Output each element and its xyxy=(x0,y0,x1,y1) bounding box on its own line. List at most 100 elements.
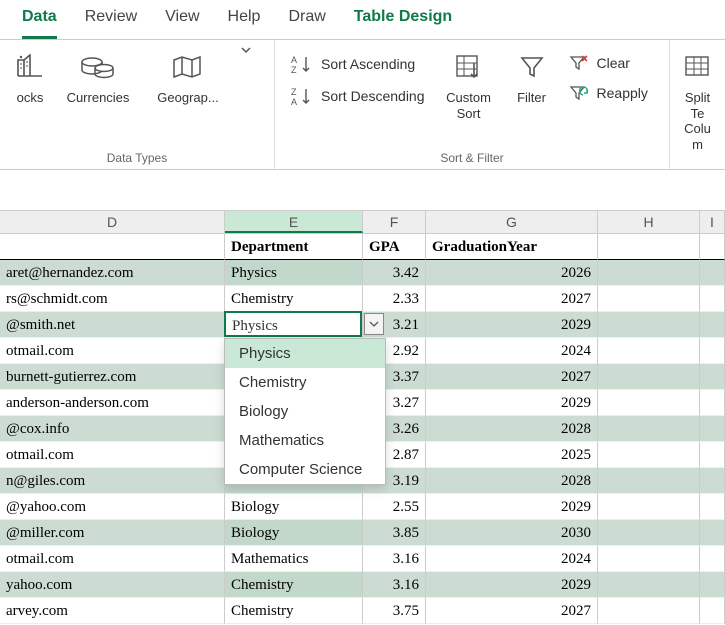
cell[interactable]: 2028 xyxy=(426,416,598,442)
cell[interactable]: @cox.info xyxy=(0,416,225,442)
table-header-cell[interactable] xyxy=(0,234,225,260)
custom-sort-button[interactable]: Custom Sort xyxy=(437,44,501,125)
geography-button[interactable]: Geograp... xyxy=(146,44,230,110)
table-header-cell[interactable]: Department xyxy=(225,234,363,260)
cell[interactable]: 2029 xyxy=(426,390,598,416)
cell[interactable] xyxy=(700,572,725,598)
cell[interactable]: yahoo.com xyxy=(0,572,225,598)
data-types-more-button[interactable] xyxy=(236,44,256,56)
cell[interactable]: otmail.com xyxy=(0,546,225,572)
filter-button[interactable]: Filter xyxy=(507,44,557,110)
cell[interactable]: 2.55 xyxy=(363,494,426,520)
cell[interactable] xyxy=(598,364,700,390)
tab-table-design[interactable]: Table Design xyxy=(354,8,452,39)
cell[interactable]: 2027 xyxy=(426,286,598,312)
cell[interactable]: 2026 xyxy=(426,260,598,286)
cell[interactable]: 2024 xyxy=(426,338,598,364)
column-header-E[interactable]: E xyxy=(225,211,363,233)
cell[interactable]: @yahoo.com xyxy=(0,494,225,520)
cell[interactable] xyxy=(598,546,700,572)
cell[interactable]: rs@schmidt.com xyxy=(0,286,225,312)
cell[interactable] xyxy=(700,390,725,416)
table-header-cell[interactable] xyxy=(700,234,725,260)
cell[interactable]: 2.33 xyxy=(363,286,426,312)
cell[interactable]: Chemistry xyxy=(225,572,363,598)
cell[interactable] xyxy=(700,494,725,520)
cell[interactable] xyxy=(700,468,725,494)
cell[interactable] xyxy=(598,338,700,364)
cell[interactable]: 2027 xyxy=(426,598,598,624)
clear-filter-button[interactable]: Clear xyxy=(563,50,654,76)
cell[interactable]: 2024 xyxy=(426,546,598,572)
sort-descending-button[interactable]: ZA Sort Descending xyxy=(285,82,431,110)
cell[interactable]: 3.75 xyxy=(363,598,426,624)
tab-view[interactable]: View xyxy=(165,8,199,39)
cell[interactable] xyxy=(598,572,700,598)
dropdown-option[interactable]: Computer Science xyxy=(225,455,385,484)
cell[interactable] xyxy=(700,260,725,286)
cell[interactable] xyxy=(598,312,700,338)
cell[interactable] xyxy=(700,442,725,468)
cell[interactable] xyxy=(700,546,725,572)
cell[interactable]: 2028 xyxy=(426,468,598,494)
cell[interactable] xyxy=(598,494,700,520)
table-header-cell[interactable]: GPA xyxy=(363,234,426,260)
column-header-G[interactable]: G xyxy=(426,211,598,233)
cell[interactable]: Biology xyxy=(225,494,363,520)
cell[interactable]: 2029 xyxy=(426,312,598,338)
split-text-button[interactable]: Split TeColum xyxy=(680,44,715,156)
spreadsheet-grid[interactable]: DEFGHI DepartmentGPAGraduationYear aret@… xyxy=(0,210,725,624)
cell[interactable] xyxy=(700,598,725,624)
column-header-D[interactable]: D xyxy=(0,211,225,233)
table-header-cell[interactable]: GraduationYear xyxy=(426,234,598,260)
dropdown-option[interactable]: Physics xyxy=(225,339,385,368)
cell[interactable]: aret@hernandez.com xyxy=(0,260,225,286)
cell[interactable] xyxy=(700,416,725,442)
cell[interactable] xyxy=(598,442,700,468)
cell[interactable] xyxy=(598,286,700,312)
cell[interactable] xyxy=(598,598,700,624)
cell[interactable]: @miller.com xyxy=(0,520,225,546)
dropdown-option[interactable]: Mathematics xyxy=(225,426,385,455)
cell[interactable]: Mathematics xyxy=(225,546,363,572)
cell[interactable] xyxy=(598,520,700,546)
currencies-button[interactable]: Currencies xyxy=(56,44,140,110)
tab-data[interactable]: Data xyxy=(22,8,57,39)
cell[interactable]: otmail.com xyxy=(0,442,225,468)
cell[interactable] xyxy=(598,260,700,286)
cell[interactable]: 3.42 xyxy=(363,260,426,286)
tab-review[interactable]: Review xyxy=(85,8,137,39)
dropdown-list[interactable]: PhysicsChemistryBiologyMathematicsComput… xyxy=(224,338,386,485)
dropdown-option[interactable]: Biology xyxy=(225,397,385,426)
stocks-button[interactable]: ocks xyxy=(10,44,50,110)
cell[interactable] xyxy=(598,390,700,416)
table-header-cell[interactable] xyxy=(598,234,700,260)
cell[interactable]: 2029 xyxy=(426,494,598,520)
cell[interactable] xyxy=(598,468,700,494)
cell[interactable] xyxy=(598,416,700,442)
cell[interactable]: arvey.com xyxy=(0,598,225,624)
column-header-I[interactable]: I xyxy=(700,211,725,233)
cell[interactable]: Chemistry xyxy=(225,598,363,624)
cell[interactable]: 2030 xyxy=(426,520,598,546)
cell[interactable] xyxy=(700,364,725,390)
cell[interactable]: Physics xyxy=(225,260,363,286)
tab-help[interactable]: Help xyxy=(228,8,261,39)
cell[interactable]: burnett-gutierrez.com xyxy=(0,364,225,390)
column-header-F[interactable]: F xyxy=(363,211,426,233)
cell[interactable]: 3.16 xyxy=(363,572,426,598)
cell[interactable]: Biology xyxy=(225,520,363,546)
cell[interactable]: anderson-anderson.com xyxy=(0,390,225,416)
cell[interactable]: 2025 xyxy=(426,442,598,468)
cell[interactable]: 2029 xyxy=(426,572,598,598)
dropdown-toggle-button[interactable] xyxy=(364,313,384,335)
cell[interactable]: otmail.com xyxy=(0,338,225,364)
cell[interactable]: 3.16 xyxy=(363,546,426,572)
cell[interactable] xyxy=(700,312,725,338)
tab-draw[interactable]: Draw xyxy=(288,8,325,39)
cell[interactable]: Physics xyxy=(225,312,363,338)
cell[interactable] xyxy=(700,520,725,546)
cell[interactable]: Chemistry xyxy=(225,286,363,312)
cell[interactable]: 2027 xyxy=(426,364,598,390)
cell[interactable] xyxy=(700,338,725,364)
